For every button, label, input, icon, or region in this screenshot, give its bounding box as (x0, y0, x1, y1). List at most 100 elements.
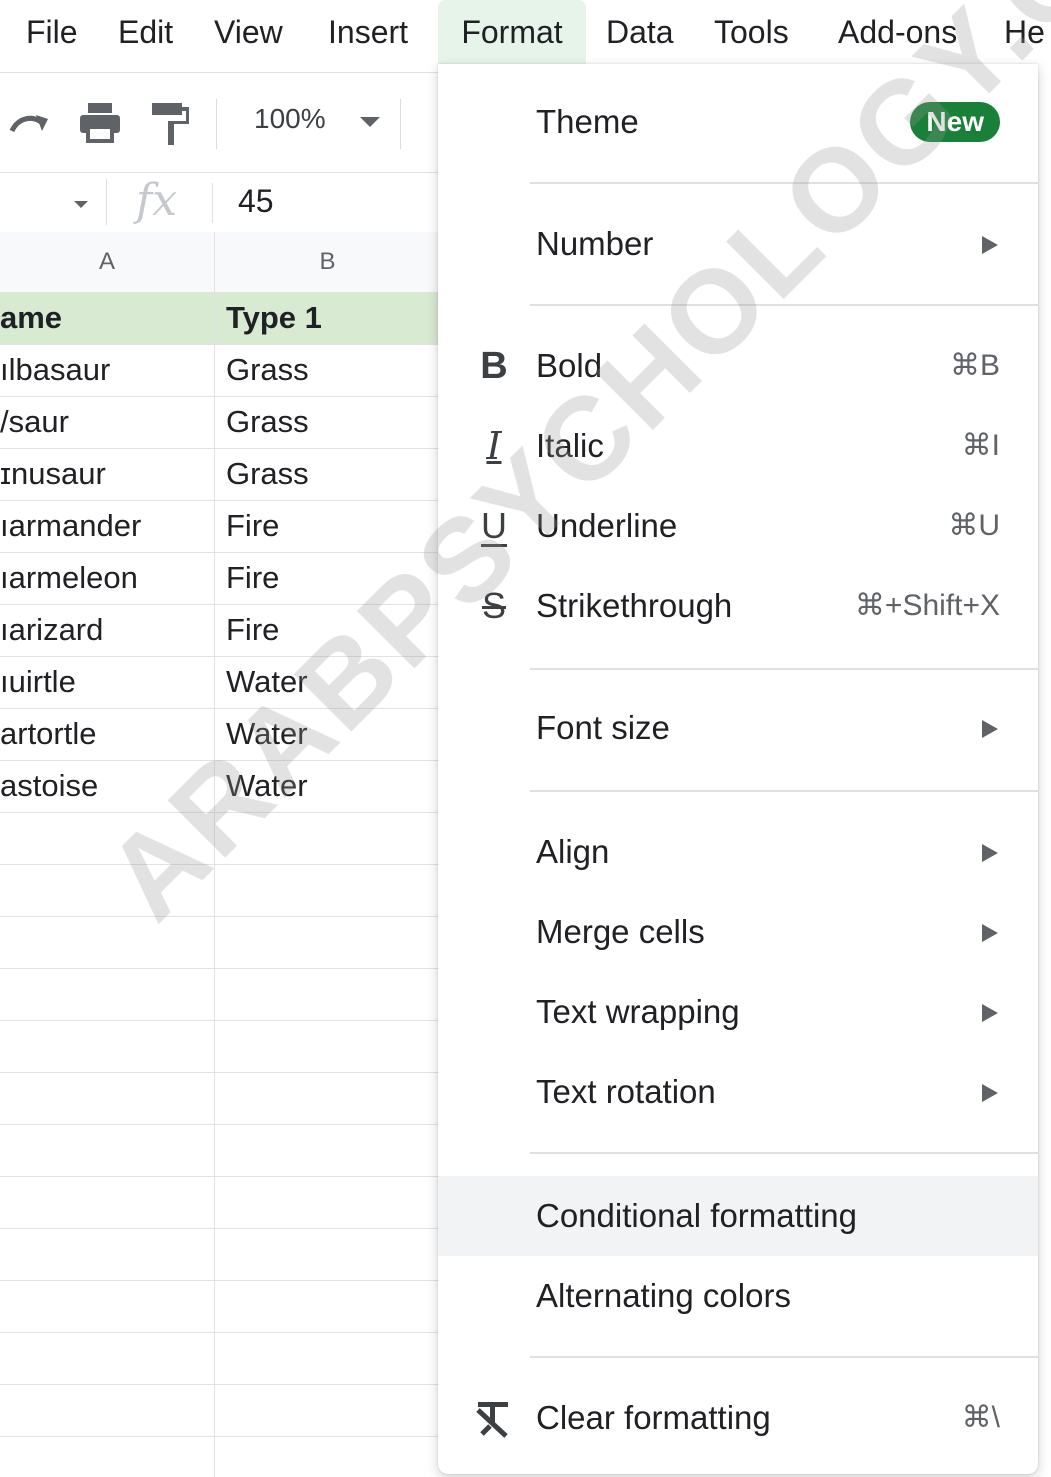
print-icon[interactable] (78, 101, 122, 145)
menu-item-alternating-colors[interactable]: Alternating colors (438, 1256, 1038, 1336)
table-row: ılbasaur Grass (0, 344, 440, 397)
menu-format[interactable]: Format (438, 0, 586, 64)
table-row: ıuirtle Water (0, 656, 440, 709)
formula-divider (106, 179, 107, 225)
cell[interactable]: /saur (0, 396, 214, 448)
menu-addons[interactable]: Add-ons (838, 12, 957, 52)
formula-input[interactable]: 45 (238, 183, 274, 220)
column-header-a[interactable]: A (0, 232, 214, 293)
submenu-arrow-icon (982, 1084, 998, 1102)
name-box-dropdown-icon[interactable] (74, 201, 88, 208)
shortcut-label: ⌘+Shift+X (854, 589, 1000, 622)
menu-item-strikethrough[interactable]: S Strikethrough ⌘+Shift+X (438, 566, 1038, 646)
cell[interactable]: ame (0, 292, 214, 344)
cell[interactable]: Water (226, 656, 436, 708)
cell[interactable]: Fire (226, 604, 436, 656)
table-row: ıarizard Fire (0, 604, 440, 657)
menu-item-theme[interactable]: Theme New (438, 82, 1038, 162)
cell[interactable]: Grass (226, 344, 436, 396)
menu-item-label: Merge cells (536, 913, 705, 950)
menu-item-underline[interactable]: U Underline ⌘U (438, 486, 1038, 566)
redo-icon[interactable] (8, 105, 52, 141)
cell[interactable]: Water (226, 760, 436, 812)
menu-item-label: Conditional formatting (536, 1197, 858, 1234)
table-row: ɪnusaur Grass (0, 448, 440, 501)
menu-edit[interactable]: Edit (118, 12, 173, 52)
submenu-arrow-icon (982, 1004, 998, 1022)
menu-item-label: Clear formatting (536, 1399, 771, 1436)
cell[interactable]: Grass (226, 448, 436, 500)
new-badge: New (910, 102, 1000, 142)
table-row: /saur Grass (0, 396, 440, 449)
zoom-select[interactable]: 100% (254, 103, 326, 135)
cell[interactable]: ıarizard (0, 604, 214, 656)
column-header-b[interactable]: B (215, 232, 440, 293)
menu-item-label: Font size (536, 709, 670, 746)
menu-item-label: Text wrapping (536, 993, 740, 1030)
cell[interactable]: ılbasaur (0, 344, 214, 396)
menu-divider (530, 1152, 1038, 1154)
shortcut-label: ⌘U (948, 509, 1000, 542)
shortcut-label: ⌘B (949, 349, 1000, 382)
menu-divider (530, 182, 1038, 184)
formula-divider (212, 183, 213, 223)
cell[interactable]: Water (226, 708, 436, 760)
menu-insert[interactable]: Insert (328, 12, 408, 52)
menu-bar: File Edit View Insert Format Data Tools … (0, 0, 1051, 64)
cell[interactable]: ıarmeleon (0, 552, 214, 604)
table-row (0, 1228, 440, 1281)
menu-tools[interactable]: Tools (714, 12, 789, 52)
table-row (0, 916, 440, 969)
submenu-arrow-icon (982, 844, 998, 862)
fx-icon: fx (136, 175, 178, 226)
menu-item-label: Text rotation (536, 1073, 716, 1110)
cell[interactable]: ɪnusaur (0, 448, 214, 500)
menu-item-number[interactable]: Number (438, 204, 1038, 284)
menu-item-label: Strikethrough (536, 587, 733, 624)
menu-view[interactable]: View (214, 12, 283, 52)
strikethrough-icon: S (481, 585, 506, 626)
menu-item-bold[interactable]: B Bold ⌘B (438, 326, 1038, 406)
menu-item-label: Number (536, 225, 654, 262)
formula-bar: fx 45 (0, 172, 440, 234)
table-row (0, 812, 440, 865)
format-dropdown-menu: Theme New Number B Bold ⌘B I Italic ⌘I U… (438, 64, 1038, 1474)
menu-item-italic[interactable]: I Italic ⌘I (438, 406, 1038, 486)
table-row: artortle Water (0, 708, 440, 761)
toolbar-divider (400, 99, 401, 149)
menu-help[interactable]: He (1004, 12, 1045, 52)
cell[interactable]: artortle (0, 708, 214, 760)
menu-item-text-wrapping[interactable]: Text wrapping (438, 972, 1038, 1052)
menu-file[interactable]: File (26, 12, 78, 52)
bold-icon: B (480, 344, 508, 387)
cell[interactable]: astoise (0, 760, 214, 812)
cell[interactable]: Grass (226, 396, 436, 448)
menu-item-label: Theme (536, 103, 639, 140)
submenu-arrow-icon (982, 924, 998, 942)
table-row (0, 1176, 440, 1229)
menu-item-label: Underline (536, 507, 678, 544)
table-row (0, 968, 440, 1021)
clear-formatting-icon (476, 1402, 508, 1438)
menu-data[interactable]: Data (606, 12, 674, 52)
shortcut-label: ⌘\ (961, 1401, 1000, 1434)
menu-item-align[interactable]: Align (438, 812, 1038, 892)
menu-item-conditional-formatting[interactable]: Conditional formatting (438, 1176, 1038, 1256)
menu-item-merge-cells[interactable]: Merge cells (438, 892, 1038, 972)
chevron-down-icon[interactable] (360, 117, 380, 127)
column-divider (214, 232, 215, 1477)
menu-item-clear-formatting[interactable]: Clear formatting ⌘\ (438, 1378, 1038, 1458)
cell[interactable]: Fire (226, 500, 436, 552)
shortcut-label: ⌘I (961, 429, 1000, 462)
cell[interactable]: Fire (226, 552, 436, 604)
italic-icon: I (486, 424, 502, 468)
paint-format-icon[interactable] (150, 101, 190, 147)
cell[interactable]: ıuirtle (0, 656, 214, 708)
menu-divider (530, 790, 1038, 792)
menu-item-label: Alternating colors (536, 1277, 791, 1314)
cell[interactable]: Type 1 (226, 292, 436, 344)
table-row (0, 1280, 440, 1333)
cell[interactable]: ıarmander (0, 500, 214, 552)
menu-item-font-size[interactable]: Font size (438, 688, 1038, 768)
menu-item-text-rotation[interactable]: Text rotation (438, 1052, 1038, 1132)
